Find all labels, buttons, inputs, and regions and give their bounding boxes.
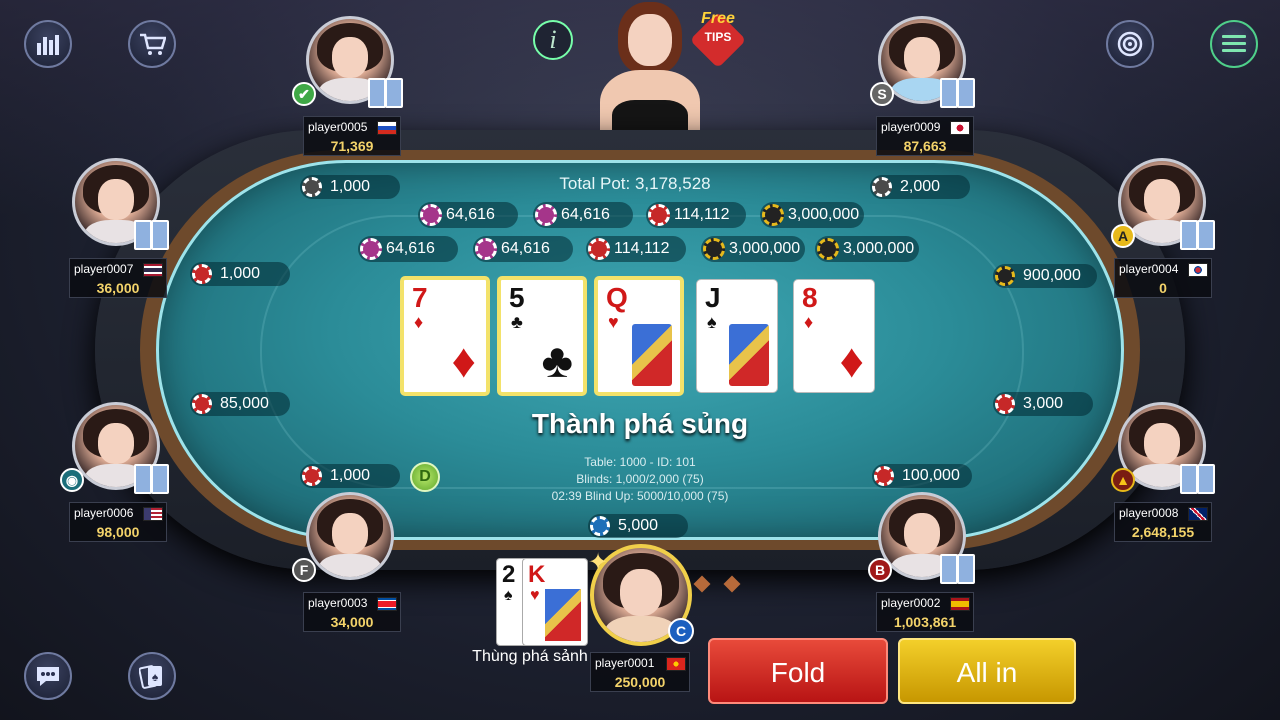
bet-player0003: 1,000 xyxy=(300,464,400,488)
card-back xyxy=(368,78,386,108)
eye-icon: ◉ xyxy=(60,468,84,492)
blind-up-timer: 02:39 Blind Up: 5000/10,000 (75) xyxy=(551,489,729,503)
allin-badge: A xyxy=(1111,224,1135,248)
community-card: Q ♥ xyxy=(594,276,684,396)
chat-button[interactable] xyxy=(24,652,72,700)
side-pot: 3,000,000 xyxy=(815,236,919,262)
card-back xyxy=(1180,464,1198,494)
side-pot: 114,112 xyxy=(646,202,746,228)
flag-japan-icon xyxy=(950,121,970,135)
bet-player0007: 1,000 xyxy=(190,262,290,286)
menu-icon xyxy=(1222,35,1246,52)
allin-button[interactable]: All in xyxy=(898,638,1076,704)
small-blind-badge: S xyxy=(870,82,894,106)
free-tips-label: Free xyxy=(701,10,735,27)
flag-russia-icon xyxy=(377,121,397,135)
table-info: Table: 1000 - ID: 101 Blinds: 1,000/2,00… xyxy=(500,454,780,505)
side-pot: 64,616 xyxy=(533,202,633,228)
dealer-button: D xyxy=(410,462,440,492)
nameplate-player0006: player0006 98,000 xyxy=(69,502,167,542)
nameplate-player0001: player0001 250,000 xyxy=(590,652,690,692)
card-back xyxy=(1197,220,1215,250)
card-back xyxy=(1180,220,1198,250)
card-back xyxy=(957,554,975,584)
community-card: 5 ♣ ♣ xyxy=(497,276,587,396)
card-back xyxy=(940,554,958,584)
bet-player0009: 2,000 xyxy=(870,175,970,199)
bet-player0006: 85,000 xyxy=(190,392,290,416)
hand-rankings-button[interactable]: ♠ xyxy=(128,652,176,700)
svg-text:♠: ♠ xyxy=(152,670,159,684)
table-id: Table: 1000 - ID: 101 xyxy=(584,455,696,469)
card-back xyxy=(957,78,975,108)
missions-button[interactable] xyxy=(1106,20,1154,68)
target-icon xyxy=(1117,31,1143,57)
flag-usa-icon xyxy=(143,507,163,521)
fold-button[interactable]: Fold xyxy=(708,638,888,704)
flag-thailand-icon xyxy=(143,263,163,277)
side-pot: 3,000,000 xyxy=(760,202,864,228)
bar-chart-icon xyxy=(37,35,59,55)
chat-bubble-icon xyxy=(37,667,59,686)
flag-north-korea-icon xyxy=(377,597,397,611)
bet-player0001: 5,000 xyxy=(588,514,688,538)
flag-uk-icon xyxy=(1188,507,1208,521)
card-back xyxy=(134,220,152,250)
bet-player0004: 900,000 xyxy=(993,264,1097,288)
blinds: Blinds: 1,000/2,000 (75) xyxy=(576,472,704,486)
shop-button[interactable] xyxy=(128,20,176,68)
hand-result: Thành phá sủng xyxy=(531,408,749,439)
check-icon: ✔ xyxy=(292,82,316,106)
nameplate-player0004: player0004 0 xyxy=(1114,258,1212,298)
card-back xyxy=(940,78,958,108)
card-back xyxy=(385,78,403,108)
info-button[interactable]: i xyxy=(533,20,573,60)
side-pot: 64,616 xyxy=(473,236,573,262)
big-blind-badge: B xyxy=(868,558,892,582)
nameplate-player0002: player0002 1,003,861 xyxy=(876,592,974,632)
flag-korea-icon xyxy=(1188,263,1208,277)
sparkle-icon: ✦ xyxy=(588,549,609,576)
nameplate-player0005: player0005 71,369 xyxy=(303,116,401,156)
flag-vietnam-icon xyxy=(666,657,686,671)
community-card: 7 ♦ ♦ xyxy=(400,276,490,396)
free-tips-button[interactable]: Free TIPS xyxy=(689,6,747,69)
nameplate-player0003: player0003 34,000 xyxy=(303,592,401,632)
nameplate-player0007: player0007 36,000 xyxy=(69,258,167,298)
nameplate-player0009: player0009 87,663 xyxy=(876,116,974,156)
info-icon: i xyxy=(549,25,557,54)
menu-button[interactable] xyxy=(1210,20,1258,68)
nameplate-player0008: player0008 2,648,155 xyxy=(1114,502,1212,542)
side-pot: 114,112 xyxy=(586,236,686,262)
bet-player0008: 3,000 xyxy=(993,392,1093,416)
bet-player0002: 100,000 xyxy=(872,464,972,488)
card-back xyxy=(151,220,169,250)
cart-icon xyxy=(140,33,166,55)
stats-button[interactable] xyxy=(24,20,72,68)
avatar-player0003[interactable] xyxy=(306,492,394,580)
bet-player0005: 1,000 xyxy=(300,175,400,199)
tips-label: TIPS xyxy=(704,30,732,44)
community-card: 8 ♦ ♦ xyxy=(793,279,875,393)
side-pot: 3,000,000 xyxy=(701,236,805,262)
card-back xyxy=(1197,464,1215,494)
community-card: J ♠ xyxy=(696,279,778,393)
card-back xyxy=(151,464,169,494)
flag-spain-icon xyxy=(950,597,970,611)
raise-arrow-icon: ▲ xyxy=(1111,468,1135,492)
total-pot: Total Pot: 3,178,528 xyxy=(559,174,711,193)
call-badge: C xyxy=(668,618,694,644)
card-back xyxy=(134,464,152,494)
side-pot: 64,616 xyxy=(358,236,458,262)
my-hole-card: K ♥ xyxy=(522,558,588,646)
fold-badge: F xyxy=(292,558,316,582)
side-pot: 64,616 xyxy=(418,202,518,228)
cards-icon: ♠ xyxy=(139,665,162,689)
